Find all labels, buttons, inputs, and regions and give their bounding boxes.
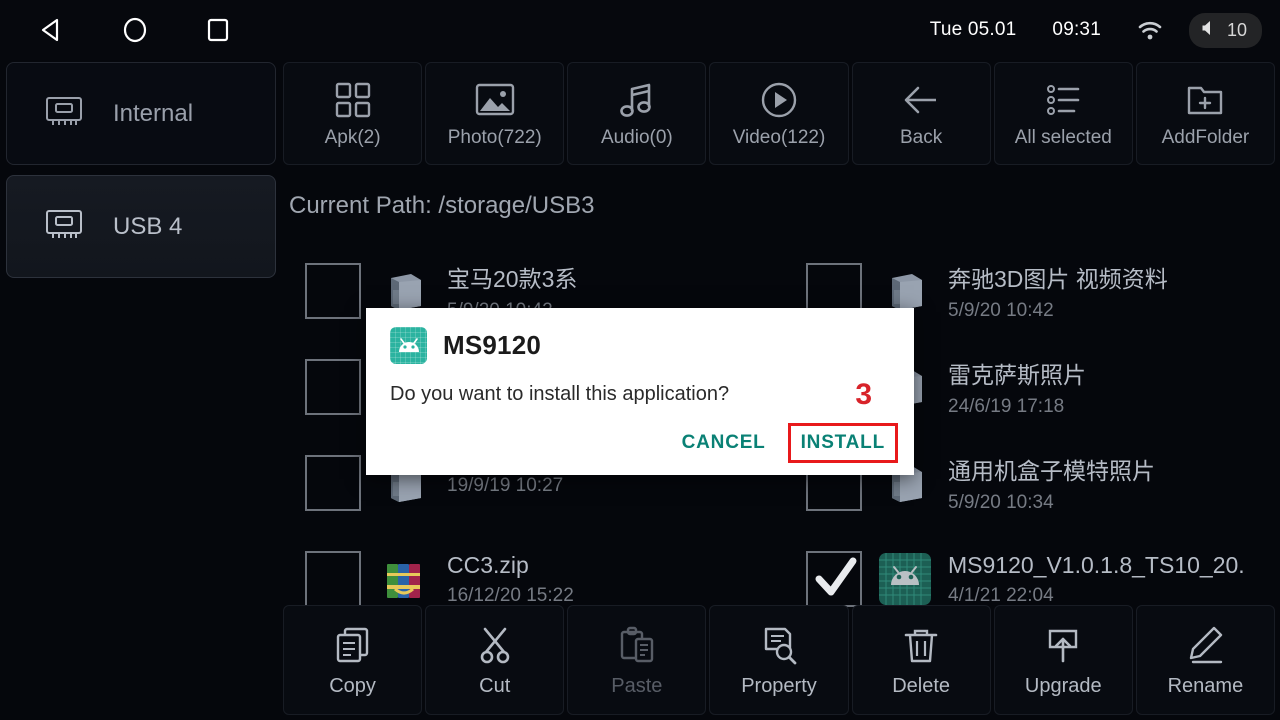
- top-toolbar-label: Photo(722): [447, 126, 542, 148]
- paste-button[interactable]: Paste: [567, 605, 707, 715]
- top-toolbar-label: Back: [900, 126, 943, 148]
- file-checkbox[interactable]: [305, 359, 361, 415]
- zip-archive-icon: [377, 552, 431, 606]
- filter-video-button[interactable]: Video(122): [709, 62, 849, 165]
- folder-plus-icon: [1186, 79, 1224, 121]
- file-meta: 雷克萨斯照片 24/6/19 17:18: [948, 356, 1086, 418]
- annotation-step-number: 3: [855, 378, 872, 411]
- file-name: 通用机盒子模特照片: [948, 458, 1155, 484]
- top-toolbar: Apk(2) Photo(722) Audio(0) Video(122) Ba…: [283, 62, 1275, 165]
- back-nav-icon[interactable]: [35, 13, 69, 47]
- bottom-toolbar-label: Rename: [1167, 674, 1244, 697]
- checkmark-icon: [814, 555, 858, 606]
- wifi-icon[interactable]: [1137, 19, 1163, 41]
- file-meta: 通用机盒子模特照片 5/9/20 10:34: [948, 452, 1155, 514]
- rename-button[interactable]: Rename: [1135, 605, 1275, 715]
- top-toolbar-label: AddFolder: [1161, 126, 1250, 148]
- bottom-toolbar: Copy Cut Paste Property Delete Upgrade R…: [283, 605, 1275, 715]
- filter-apk-button[interactable]: Apk(2): [283, 62, 423, 165]
- status-right-cluster: Tue 05.01 09:31 10: [930, 0, 1262, 60]
- file-checkbox[interactable]: [305, 263, 361, 319]
- home-nav-icon[interactable]: [118, 13, 152, 47]
- file-date: 16/12/20 15:22: [447, 584, 574, 606]
- document-search-icon: [759, 623, 799, 667]
- bottom-toolbar-label: Copy: [329, 674, 376, 697]
- android-app-icon: [390, 327, 427, 364]
- add-folder-button[interactable]: AddFolder: [1135, 62, 1275, 165]
- file-checkbox[interactable]: [305, 455, 361, 511]
- current-path-label: Current Path: /storage/USB3: [289, 192, 595, 219]
- cut-button[interactable]: Cut: [425, 605, 565, 715]
- bottom-toolbar-label: Upgrade: [1024, 674, 1102, 697]
- volume-icon: [1201, 19, 1219, 42]
- bottom-toolbar-label: Delete: [892, 674, 951, 697]
- volume-indicator[interactable]: 10: [1188, 12, 1262, 48]
- clipboard-paste-icon: [617, 623, 657, 667]
- sidebar-item-label: USB 4: [113, 212, 183, 240]
- dialog-actions: CANCEL INSTALL: [670, 423, 898, 463]
- file-name: CC3.zip: [447, 551, 529, 578]
- file-name: 雷克萨斯照片: [948, 362, 1086, 388]
- dialog-message: Do you want to install this application?: [390, 383, 730, 405]
- all-selected-button[interactable]: All selected: [993, 62, 1133, 165]
- play-circle-icon: [760, 79, 798, 121]
- dialog-title: MS9120: [443, 330, 542, 360]
- list-bullet-icon: [1044, 79, 1082, 121]
- back-button[interactable]: Back: [851, 62, 991, 165]
- file-meta: 奔驰3D图片 视频资料 5/9/20 10:42: [948, 260, 1168, 322]
- file-date: 19/9/19 10:27: [447, 475, 564, 496]
- pencil-icon: [1185, 623, 1225, 667]
- volume-level: 10: [1226, 19, 1247, 40]
- file-name: 奔驰3D图片 视频资料: [948, 266, 1168, 292]
- apk-android-icon: [878, 552, 932, 606]
- upgrade-button[interactable]: Upgrade: [993, 605, 1133, 715]
- file-checkbox[interactable]: [305, 551, 361, 607]
- sidebar-item-internal[interactable]: Internal: [6, 62, 276, 165]
- trash-icon: [901, 623, 941, 667]
- bottom-toolbar-label: Cut: [479, 674, 511, 697]
- status-bar: Tue 05.01 09:31 10: [0, 0, 1280, 60]
- file-meta: CC3.zip 16/12/20 15:22: [447, 552, 574, 607]
- delete-button[interactable]: Delete: [851, 605, 991, 715]
- top-toolbar-label: Audio(0): [600, 126, 673, 148]
- cancel-button[interactable]: CANCEL: [670, 424, 778, 462]
- property-button[interactable]: Property: [709, 605, 849, 715]
- filter-photo-button[interactable]: Photo(722): [425, 62, 565, 165]
- file-checkbox-checked[interactable]: [806, 551, 862, 607]
- file-date: 24/6/19 17:18: [948, 396, 1065, 417]
- top-toolbar-label: Video(122): [732, 126, 826, 148]
- storage-sidebar: Internal USB 4: [6, 62, 276, 288]
- bottom-toolbar-label: Paste: [611, 674, 663, 697]
- arrow-left-icon: [901, 79, 941, 121]
- scissors-icon: [475, 623, 515, 667]
- file-date: 5/9/20 10:42: [948, 300, 1054, 321]
- navigation-buttons: [35, 13, 235, 47]
- file-meta: MS9120_V1.0.1.8_TS10_20. 4/1/21 22:04: [948, 552, 1245, 607]
- top-toolbar-label: Apk(2): [324, 126, 381, 148]
- status-date: Tue 05.01: [929, 19, 1017, 40]
- install-button[interactable]: INSTALL: [787, 423, 898, 463]
- storage-chip-icon: [45, 95, 83, 132]
- music-note-icon: [620, 79, 654, 121]
- filter-audio-button[interactable]: Audio(0): [567, 62, 707, 165]
- grid-apps-icon: [334, 79, 372, 121]
- sidebar-item-label: Internal: [113, 99, 194, 127]
- copy-icon: [333, 623, 373, 667]
- top-toolbar-label: All selected: [1014, 126, 1112, 148]
- sidebar-item-usb4[interactable]: USB 4: [6, 175, 276, 278]
- file-name: 宝马20款3系: [447, 266, 578, 292]
- file-name: MS9120_V1.0.1.8_TS10_20.: [948, 551, 1245, 578]
- recents-nav-icon[interactable]: [201, 13, 235, 47]
- bottom-toolbar-label: Property: [741, 674, 817, 697]
- dialog-header: MS9120: [366, 308, 914, 364]
- file-date: 4/1/21 22:04: [948, 584, 1054, 606]
- file-date: 5/9/20 10:34: [948, 492, 1054, 513]
- image-icon: [475, 79, 515, 121]
- storage-chip-icon: [45, 208, 83, 245]
- upload-box-icon: [1043, 623, 1083, 667]
- status-time: 09:31: [1052, 19, 1101, 40]
- screen-root: Tue 05.01 09:31 10 Internal USB 4 Apk(2)…: [0, 0, 1280, 720]
- copy-button[interactable]: Copy: [283, 605, 423, 715]
- install-dialog: MS9120 Do you want to install this appli…: [366, 308, 914, 475]
